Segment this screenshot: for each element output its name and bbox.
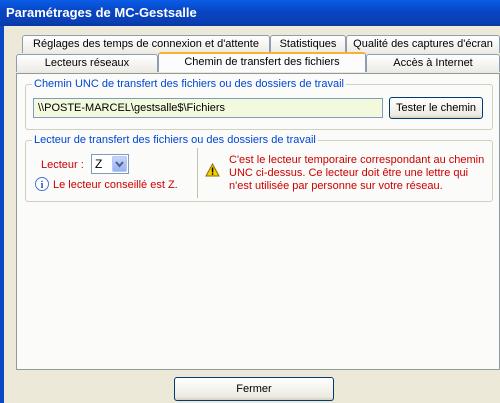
warning-text: C'est le lecteur temporaire correspondan… (229, 154, 485, 192)
drive-label: Lecteur : (41, 159, 84, 171)
tab-lecteurs-reseaux[interactable]: Lecteurs réseaux (16, 54, 158, 72)
unc-path-input[interactable]: \\POSTE-MARCEL\gestsalle$\Fichiers (33, 98, 383, 118)
warning-icon (205, 162, 220, 180)
drive-select[interactable]: Z (91, 154, 129, 174)
drive-select-value: Z (95, 157, 103, 171)
tab-panel: Chemin UNC de transfert des fichiers ou … (16, 73, 500, 370)
window-left-border (0, 26, 4, 403)
tab-reglages-temps[interactable]: Réglages des temps de connexion et d'att… (22, 35, 270, 53)
tab-acces-internet[interactable]: Accès à Internet (366, 54, 500, 72)
advice-text: Le lecteur conseillé est Z. (53, 179, 178, 191)
tab-chemin-transfert[interactable]: Chemin de transfert des fichiers (158, 52, 366, 72)
unc-group-legend: Chemin UNC de transfert des fichiers ou … (34, 78, 344, 90)
svg-text:i: i (41, 180, 44, 191)
settings-window: Paramétrages de MC-Gestsalle Réglages de… (0, 0, 500, 403)
tab-qualite-captures[interactable]: Qualité des captures d'écran (346, 35, 500, 53)
window-title: Paramétrages de MC-Gestsalle (0, 0, 500, 26)
info-icon: i (35, 177, 49, 194)
chevron-down-icon[interactable] (112, 156, 127, 172)
tab-statistiques[interactable]: Statistiques (270, 35, 346, 53)
test-path-button[interactable]: Tester le chemin (389, 97, 483, 119)
drive-group-legend: Lecteur de transfert des fichiers ou des… (34, 134, 316, 146)
group-divider (197, 148, 198, 198)
close-button[interactable]: Fermer (174, 377, 334, 401)
